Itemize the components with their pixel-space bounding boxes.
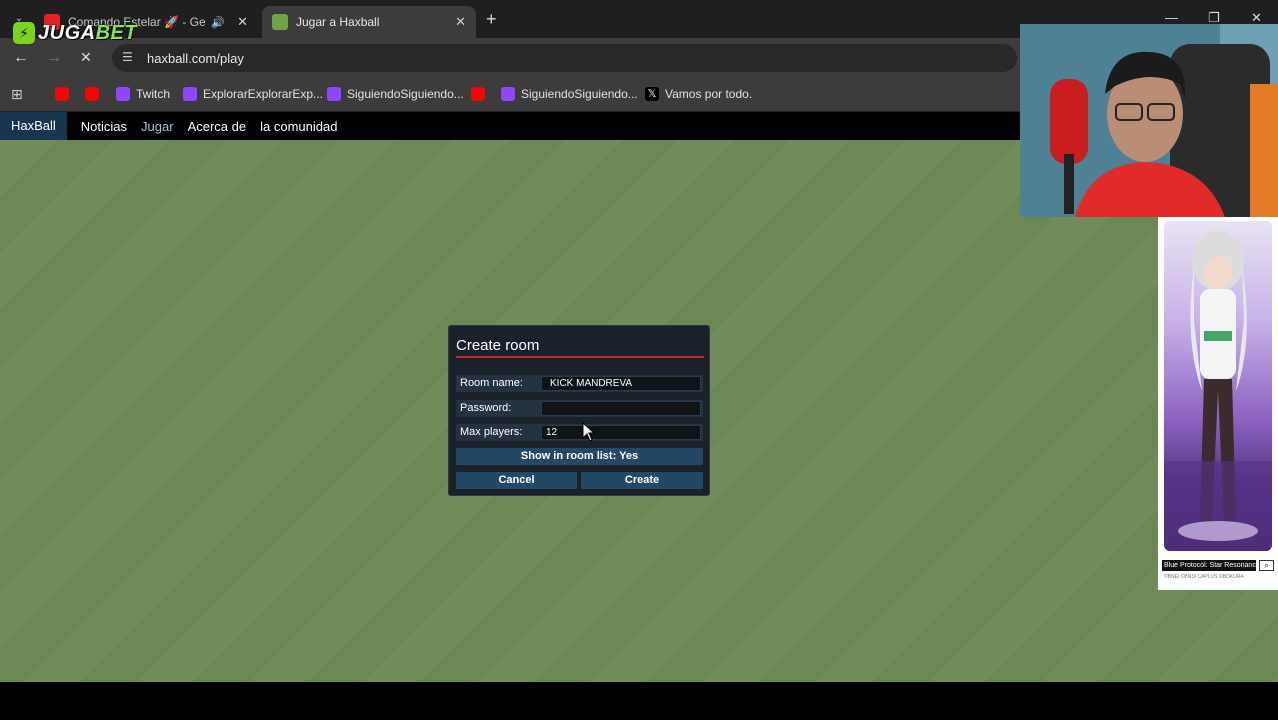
password-row: Password:	[456, 400, 703, 417]
bookmark-siguiendo-1[interactable]: SiguiendoSiguiendo...	[327, 87, 464, 101]
tab-title: Jugar a Haxball	[296, 15, 380, 29]
youtube-icon	[85, 87, 99, 101]
youtube-icon	[471, 87, 485, 101]
anime-character-illustration	[1164, 231, 1272, 551]
room-name-input[interactable]: KICK MANDREVA	[541, 376, 701, 391]
close-tab-icon[interactable]: ✕	[237, 14, 248, 30]
site-info-icon[interactable]: ☰	[122, 50, 133, 64]
bookmark-explorar[interactable]: ExplorarExplorarExp...	[183, 87, 323, 101]
twitch-icon	[183, 87, 197, 101]
youtube-icon	[55, 87, 69, 101]
bookmark-youtube-2[interactable]	[85, 87, 105, 101]
stop-loading-icon[interactable]: ✕	[80, 49, 92, 66]
create-room-dialog: Create room Room name: KICK MANDREVA Pas…	[448, 325, 710, 496]
new-tab-icon[interactable]: +	[486, 9, 497, 30]
bookmark-siguiendo-2[interactable]: SiguiendoSiguiendo...	[501, 87, 638, 101]
back-icon[interactable]: ←	[13, 49, 29, 67]
close-tab-icon[interactable]: ✕	[455, 14, 466, 30]
room-name-label: Room name:	[460, 377, 523, 389]
url-text: haxball.com/play	[147, 51, 244, 66]
bookmark-label: SiguiendoSiguiendo...	[347, 87, 464, 101]
twitch-icon	[116, 87, 130, 101]
twitch-icon	[501, 87, 515, 101]
max-players-label: Max players:	[460, 426, 523, 438]
address-bar[interactable]: ☰ haxball.com/play	[112, 44, 1017, 72]
bookmark-label: Vamos por todo.	[665, 87, 753, 101]
dialog-title: Create room	[456, 337, 540, 354]
webcam-feed	[1020, 24, 1278, 217]
cancel-button[interactable]: Cancel	[456, 472, 577, 489]
twitch-icon	[327, 87, 341, 101]
bookmark-label: ExplorarExplorarExp...	[203, 87, 324, 101]
screen: ⌄ Comando Estelar 🚀 - Germ 🔊 ✕ Jugar a H…	[0, 0, 1278, 720]
nav-jugar[interactable]: Jugar	[141, 119, 174, 134]
x-icon: 𝕏	[645, 87, 659, 101]
forward-icon[interactable]: →	[46, 49, 62, 67]
mouse-cursor-icon	[582, 422, 596, 442]
nav-la-comunidad[interactable]: la comunidad	[260, 119, 337, 134]
bottom-bar	[0, 682, 1278, 720]
ad-search-icon[interactable]: ⌕	[1259, 560, 1274, 571]
bookmark-youtube-3[interactable]	[471, 87, 491, 101]
room-name-row: Room name: KICK MANDREVA	[456, 375, 703, 392]
brand-text-bet: BET	[95, 21, 138, 44]
ad-character-image	[1164, 221, 1272, 551]
bookmark-label: SiguiendoSiguiendo...	[521, 87, 638, 101]
create-button[interactable]: Create	[581, 472, 703, 489]
ad-panel[interactable]: Blue Protocol: Star Resonance ⌕ ©BNEI ©B…	[1158, 217, 1278, 590]
nav-acerca-de[interactable]: Acerca de	[188, 119, 247, 134]
streamer-image	[1020, 24, 1278, 217]
brand-text-juga: JUGA	[38, 21, 96, 44]
nav-noticias[interactable]: Noticias	[81, 119, 127, 134]
max-players-row: Max players: 12	[456, 424, 703, 441]
title-divider	[456, 356, 704, 358]
password-input[interactable]	[541, 401, 701, 416]
haxball-logo[interactable]: HaxBall	[0, 112, 67, 140]
speaker-icon[interactable]: 🔊	[211, 16, 225, 29]
bookmark-twitch[interactable]: Twitch	[116, 87, 170, 101]
max-players-input[interactable]: 12	[541, 425, 701, 440]
show-in-room-list-toggle[interactable]: Show in room list: Yes	[456, 448, 703, 465]
lightning-icon: ⚡	[13, 22, 35, 44]
ad-copyright: ©BNEI ©BNSI CAPLUS ©BOKURA	[1164, 574, 1244, 580]
ad-caption: Blue Protocol: Star Resonance	[1162, 560, 1256, 571]
bookmark-label: Twitch	[136, 87, 171, 101]
bookmark-youtube-1[interactable]	[55, 87, 75, 101]
password-label: Password:	[460, 402, 512, 414]
jugabet-logo: ⚡ JUGABET	[13, 22, 137, 44]
tab-jugar-haxball[interactable]: Jugar a Haxball ✕	[262, 6, 476, 38]
apps-grid-icon[interactable]: ⊞	[11, 86, 23, 103]
minimize-icon[interactable]: —	[1165, 10, 1178, 25]
bookmark-vamos[interactable]: 𝕏 Vamos por todo.	[645, 87, 752, 101]
haxball-favicon-icon	[272, 14, 288, 30]
